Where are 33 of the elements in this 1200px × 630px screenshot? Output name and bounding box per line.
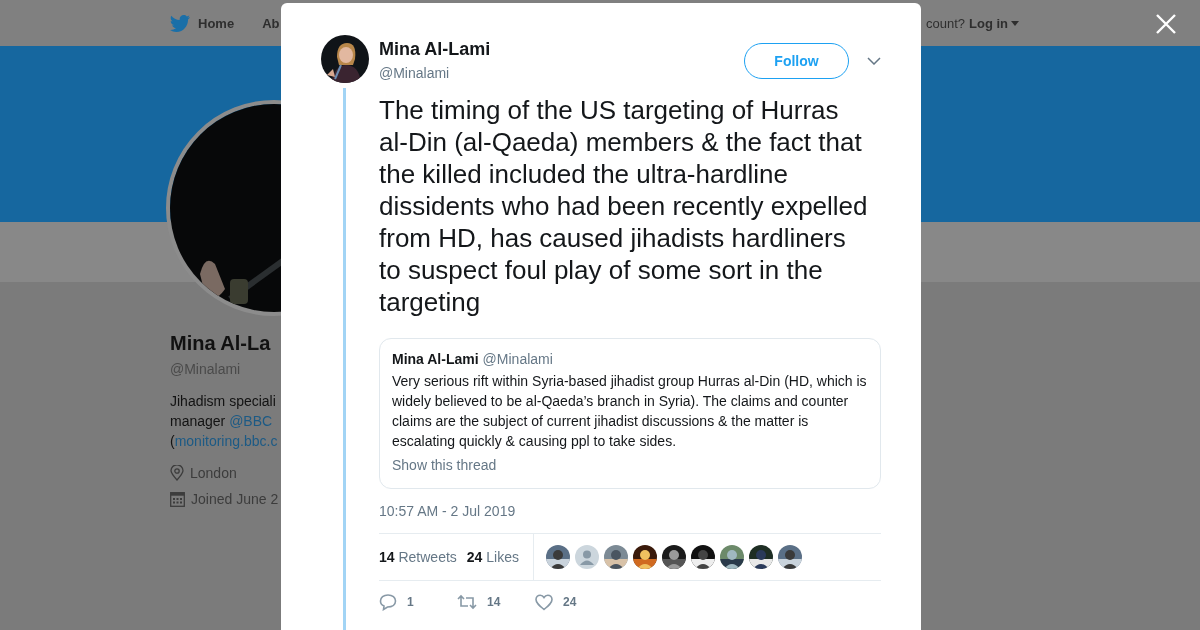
author-name[interactable]: Mina Al-Lami: [379, 39, 744, 60]
author-handle[interactable]: @Minalami: [379, 65, 744, 81]
chevron-down-icon[interactable]: [867, 57, 881, 65]
close-button[interactable]: [1155, 13, 1177, 35]
account-prompt: count?: [926, 16, 966, 31]
profile-name: Mina Al-La: [170, 332, 271, 355]
location-pin-icon: [170, 465, 184, 481]
stat-link[interactable]: 24 Likes: [466, 549, 519, 565]
nav-link[interactable]: Home: [170, 14, 235, 32]
bird-icon: [170, 14, 190, 32]
heart-icon: [535, 593, 553, 611]
quoted-tweet[interactable]: [379, 338, 881, 489]
show-thread-link[interactable]: Show this thread: [392, 457, 497, 473]
quoted-author-handle: @Minalami: [482, 351, 553, 367]
retweet-icon: [457, 593, 477, 611]
action-button[interactable]: 1: [379, 593, 457, 611]
calendar-icon: [170, 491, 185, 507]
nav-link[interactable]: Ab: [262, 15, 280, 31]
profile-joined: Joined June 2: [191, 491, 279, 507]
action-button[interactable]: 24: [535, 593, 613, 611]
caret-icon: [1011, 21, 1020, 26]
login-link[interactable]: Log in: [969, 16, 1020, 31]
quoted-author-name: Mina Al-Lami: [392, 351, 479, 367]
profile-bio: Jihadism speciali manager @BBC (monitoring.bbc.c: [170, 392, 278, 451]
default-avatar-icon: [575, 545, 599, 569]
tweet-timestamp: 10:57 AM - 2 Jul 2019: [379, 503, 517, 519]
profile-location: London: [190, 465, 237, 481]
follow-button[interactable]: Follow: [744, 43, 849, 79]
tweet-text: The timing of the US targeting of Hurras al-Din (al-Qaeda) members & the fact that the killed included the ultra-hardline dissidents who had been recently expelled from HD, has caused jihadists hardliners to suspect foul play of some sort in the targeting: [379, 94, 869, 318]
quoted-tweet-text: Very serious rift within Syria-based jihadist group Hurras al-Din (HD, which is widely believed to be al-Qaeda’s branch in Syria). The claims and counter claims are the subject of current jihadist discussions & the matter is escalating quickly & causing ppl to take sides.: [392, 372, 868, 451]
action-button[interactable]: 14: [457, 593, 535, 611]
reply-icon: [379, 593, 397, 611]
stat-link[interactable]: 14 Retweets: [379, 549, 457, 565]
